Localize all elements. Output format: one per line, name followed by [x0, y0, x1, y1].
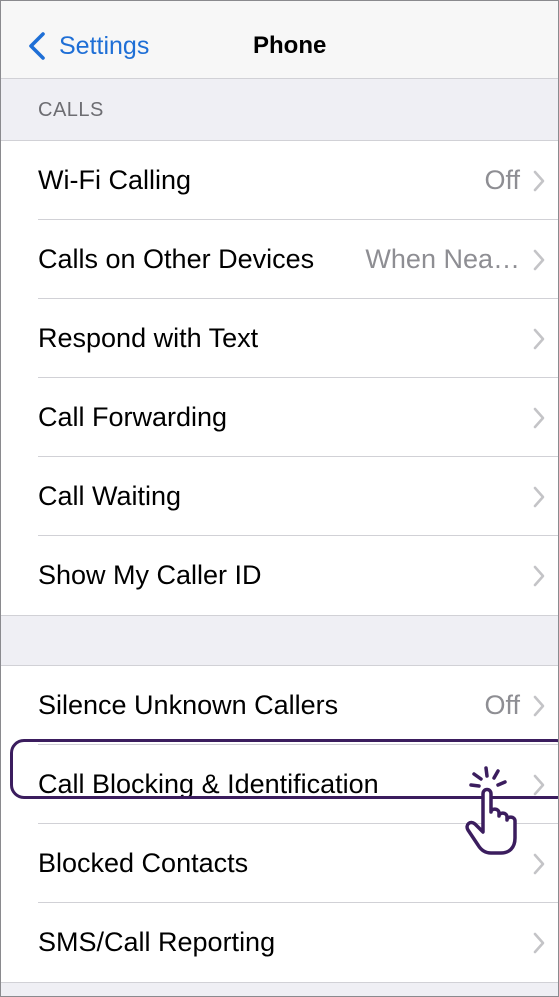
chevron-right-icon — [533, 774, 545, 795]
chevron-right-icon — [533, 249, 545, 270]
row-value: When Nea… — [365, 244, 520, 274]
row-value: Off — [484, 165, 520, 195]
calls-settings-group: Wi-Fi Calling Off Calls on Other Devices… — [1, 140, 558, 616]
row-label: Blocked Contacts — [38, 848, 249, 878]
row-value: Off — [484, 690, 520, 720]
row-silence-unknown-callers[interactable]: Silence Unknown Callers Off — [1, 666, 558, 745]
row-label: Call Blocking & Identification — [38, 769, 379, 799]
back-button[interactable]: Settings — [27, 29, 149, 63]
row-wifi-calling[interactable]: Wi-Fi Calling Off — [1, 141, 558, 220]
row-label: Call Waiting — [38, 481, 182, 511]
chevron-right-icon — [533, 486, 545, 507]
chevron-right-icon — [533, 695, 545, 716]
page-title: Phone — [253, 32, 327, 59]
row-label: Respond with Text — [38, 323, 259, 353]
section-header-calls: CALLS — [38, 99, 104, 121]
chevron-right-icon — [533, 565, 545, 586]
row-respond-with-text[interactable]: Respond with Text — [1, 299, 558, 378]
row-sms-call-reporting[interactable]: SMS/Call Reporting — [1, 903, 558, 982]
row-label: Show My Caller ID — [38, 560, 262, 590]
chevron-left-icon — [29, 32, 45, 60]
row-show-my-caller-id[interactable]: Show My Caller ID — [1, 536, 558, 615]
chevron-right-icon — [533, 932, 545, 953]
row-label: Wi-Fi Calling — [38, 165, 192, 195]
row-label: Calls on Other Devices — [38, 244, 315, 274]
row-call-forwarding[interactable]: Call Forwarding — [1, 378, 558, 457]
chevron-right-icon — [533, 328, 545, 349]
row-call-waiting[interactable]: Call Waiting — [1, 457, 558, 536]
phone-settings-screen: Settings Phone CALLS Wi-Fi Calling Off C… — [0, 0, 559, 997]
navigation-bar: Settings Phone — [1, 1, 558, 79]
row-label: Call Forwarding — [38, 402, 228, 432]
chevron-right-icon — [533, 170, 545, 191]
chevron-right-icon — [533, 407, 545, 428]
chevron-right-icon — [533, 853, 545, 874]
back-button-label: Settings — [59, 31, 150, 60]
row-label: Silence Unknown Callers — [38, 690, 339, 720]
row-calls-on-other-devices[interactable]: Calls on Other Devices When Nea… — [1, 220, 558, 299]
row-label: SMS/Call Reporting — [38, 927, 276, 957]
tap-hand-icon — [465, 766, 517, 855]
